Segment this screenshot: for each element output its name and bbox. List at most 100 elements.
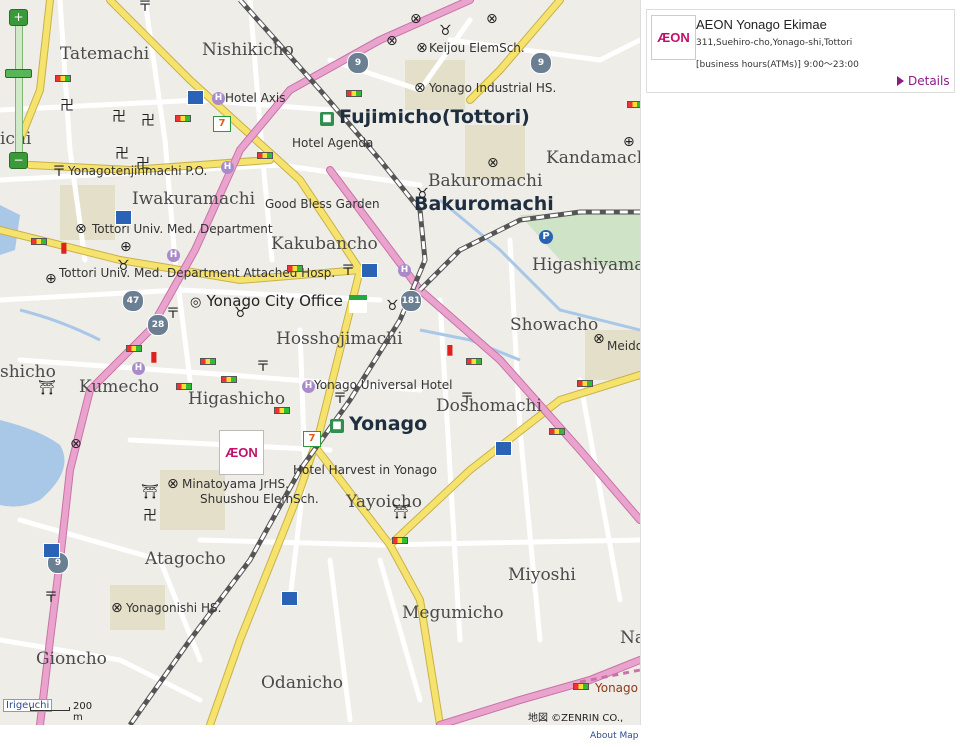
post-office-icon: 〒 (333, 391, 347, 407)
area-label-gioncho: Gioncho (36, 649, 107, 669)
zoom-track[interactable] (15, 23, 23, 161)
traffic-light-icon (176, 383, 192, 390)
zoom-slider-handle[interactable] (5, 69, 32, 78)
traffic-light-icon (287, 265, 303, 272)
landmark-label: Yonago City Office (206, 292, 343, 310)
poi-marker-icon: ♉ (439, 23, 452, 39)
landmark-city-office[interactable]: ◎ Yonago City Office (190, 291, 343, 310)
temple-icon: 卍 (115, 146, 129, 162)
traffic-light-icon (346, 90, 362, 97)
area-label-nishikicho: Nishikicho (202, 40, 294, 60)
poi-yonago-industrial[interactable]: Yonago Industrial HS. (429, 81, 556, 95)
route-shield: 9 (347, 52, 369, 74)
area-label-megumicho: Megumicho (402, 603, 504, 623)
poi-yonagonishi[interactable]: Yonagonishi HS. (126, 601, 221, 615)
temple-icon: 卍 (141, 113, 155, 129)
post-office-icon: 〒 (341, 263, 355, 279)
scale-line (30, 707, 70, 711)
traffic-light-icon (221, 376, 237, 383)
post-office-icon: 〒 (460, 391, 474, 407)
area-label-higashicho: Higashicho (188, 389, 286, 409)
store-name: AEON Yonago Ekimae (696, 17, 827, 32)
poi-marker-icon: ♉ (416, 186, 429, 202)
panel-divider (640, 0, 641, 725)
school-icon: ⊗ (410, 11, 422, 27)
play-arrow-icon (897, 76, 904, 86)
poi-hotel-harvest[interactable]: Hotel Harvest in Yonago (293, 463, 437, 477)
traffic-light-icon (577, 380, 593, 387)
store-info-panel: ÆON AEON Yonago Ekimae 311,Suehiro-cho,Y… (646, 9, 955, 93)
hospital-icon: H (212, 92, 225, 105)
route-shield: 9 (530, 52, 552, 74)
parking-icon: P (539, 230, 553, 244)
train-icon: ■ (330, 419, 344, 433)
school-icon: ⊗ (167, 476, 179, 492)
station-bakuromachi[interactable]: Bakuromachi (414, 193, 554, 215)
station-label: Yonago (349, 413, 428, 435)
details-label: Details (908, 74, 950, 88)
about-map-link[interactable]: About Map (590, 731, 638, 741)
area-label-doshomachi: Doshomachi (436, 396, 542, 416)
aeon-logo: ÆON (657, 30, 690, 45)
poi-hotel-agenda[interactable]: Hotel Agenda (292, 136, 373, 150)
poi-meido[interactable]: Meido (607, 339, 640, 353)
store-address: 311,Suehiro-cho,Yonago-shi,Tottori (696, 38, 853, 48)
post-office-icon: 〒 (138, 0, 152, 15)
aeon-store-marker[interactable]: ÆON (219, 430, 264, 475)
station-label: Bakuromachi (414, 193, 554, 215)
hospital-icon: H (302, 380, 315, 393)
map-canvas[interactable]: Tatemachi Nishikicho Kandamachi ichi Iwa… (0, 0, 640, 725)
hospital-icon: H (167, 249, 180, 262)
hospital-icon: H (221, 161, 234, 174)
hospital-cross-icon: ⊕ (120, 239, 132, 255)
gas-station-icon: ▮ (150, 349, 158, 365)
zoom-control[interactable]: + − (5, 9, 32, 169)
route-shield: 47 (122, 290, 144, 312)
area-label-bakuromachi: Bakuromachi (428, 171, 543, 191)
poi-hotel-axis[interactable]: Hotel Axis (225, 91, 286, 105)
hospital-icon: H (132, 362, 145, 375)
traffic-light-icon (573, 683, 589, 690)
poi-shuushou[interactable]: Shuushou ElemSch. (200, 492, 319, 506)
hospital-icon: H (398, 264, 411, 277)
traffic-light-icon (257, 152, 273, 159)
route-shield: 181 (400, 290, 422, 312)
area-label-shicho: shicho (0, 362, 56, 382)
poi-marker-icon: ♉ (117, 258, 130, 274)
police-icon (43, 543, 60, 558)
temple-icon: 卍 (143, 508, 157, 524)
poi-keijou[interactable]: Keijou ElemSch. (429, 41, 525, 55)
area-label-na: Na (620, 628, 640, 648)
police-icon (115, 210, 132, 225)
area-label-tatemachi: Tatemachi (60, 44, 150, 64)
map-copyright: 地図 ©ZENRIN CO., LTD. (528, 713, 624, 725)
traffic-light-icon (55, 75, 71, 82)
station-fujimicho[interactable]: ■ Fujimicho(Tottori) (320, 106, 530, 128)
poi-marker-icon: ♉ (234, 305, 247, 321)
poi-minatoyama[interactable]: Minatoyama JrHS. (182, 477, 289, 491)
poi-good-bless[interactable]: Good Bless Garden (265, 197, 380, 211)
school-icon: ⊗ (70, 436, 82, 452)
school-icon: ⊗ (486, 11, 498, 27)
post-office-icon: 〒 (52, 164, 66, 180)
temple-icon: 卍 (60, 98, 74, 114)
school-icon: ⊗ (386, 33, 398, 49)
details-link[interactable]: Details (897, 74, 950, 88)
hospital-cross-icon: ⊕ (623, 134, 635, 150)
temple-icon: 卍 (112, 109, 126, 125)
convenience-store-icon: 7 (213, 116, 231, 132)
post-office-icon: 〒 (256, 359, 270, 375)
station-yonago[interactable]: ■ Yonago (330, 413, 427, 435)
school-icon: ⊗ (111, 600, 123, 616)
poi-yonago-universal[interactable]: Yonago Universal Hotel (314, 378, 453, 392)
scale-label: 200 m (73, 701, 93, 723)
area-label-higashiyama: Higashiyama (532, 255, 640, 275)
area-label-kumecho: Kumecho (79, 377, 160, 397)
zoom-in-button[interactable]: + (9, 9, 28, 26)
poi-yonago-edge[interactable]: Yonago (595, 681, 638, 695)
store-logo: ÆON (651, 15, 696, 60)
zoom-out-button[interactable]: − (9, 152, 28, 169)
station-label: Fujimicho(Tottori) (339, 106, 530, 128)
police-icon (361, 263, 378, 278)
school-icon: ⊗ (414, 80, 426, 96)
